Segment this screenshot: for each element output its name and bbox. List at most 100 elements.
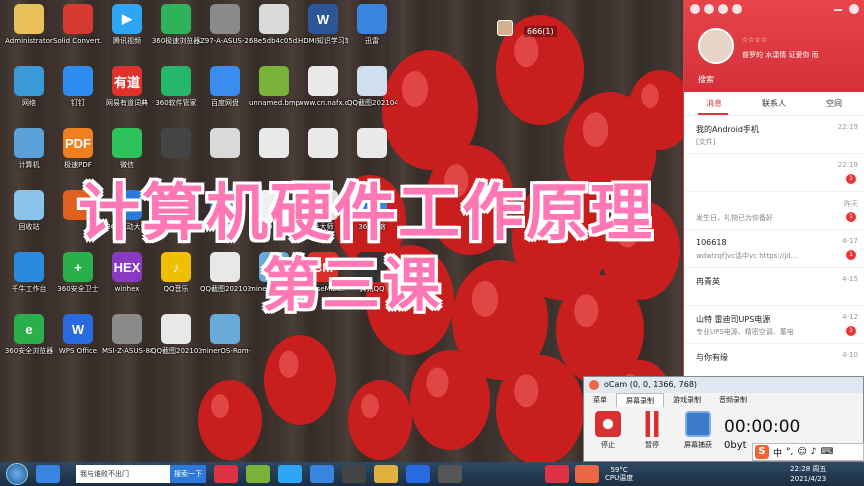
- taskbar-video-icon[interactable]: [278, 465, 302, 483]
- desktop-icon[interactable]: W WPS Office: [53, 314, 103, 372]
- desktop-icon[interactable]: ▶ 腾讯视频: [102, 4, 152, 62]
- app-icon: [210, 314, 240, 344]
- conversation-row[interactable]: 106618 wdwtrqf]vc话中vc https://jd... 4-17 1: [684, 230, 864, 268]
- desktop-icon[interactable]: minerOS-Rom-Flasher-...: [200, 314, 250, 372]
- desktop-icon[interactable]: e 360安全浏览器: [4, 314, 54, 372]
- search-button[interactable]: 搜索一下: [170, 465, 206, 483]
- desktop-icon[interactable]: 360极速浏览器: [151, 4, 201, 62]
- pause-button[interactable]: 暂停: [634, 411, 670, 450]
- taskbar-thunder-icon[interactable]: [310, 465, 334, 483]
- taskbar-qq-icon[interactable]: [545, 465, 569, 483]
- capture-button[interactable]: 屏幕捕获: [680, 411, 716, 450]
- message-icon[interactable]: [718, 4, 728, 14]
- ime-mode[interactable]: 中: [773, 446, 782, 459]
- app-icon: [161, 128, 191, 158]
- desktop-icon[interactable]: Solid Convert...: [53, 4, 103, 62]
- ocam-tab-screen-record[interactable]: 屏幕录制: [616, 393, 664, 407]
- desktop-icon[interactable]: QQ截图20210326...: [151, 314, 201, 372]
- strawberry: [410, 350, 490, 450]
- monitor-icon: [685, 411, 711, 437]
- desktop-icon-label: 计算机: [18, 161, 40, 169]
- ocam-tab-game-record[interactable]: 游戏录制: [664, 393, 710, 407]
- avatar[interactable]: [698, 28, 734, 64]
- desktop-icon[interactable]: HEX winhex: [102, 252, 152, 310]
- desktop-icon[interactable]: Z97-A-ASUS-2205.CAP: [200, 4, 250, 62]
- desktop-icon[interactable]: 68e5db4c05d3ce1418...: [249, 4, 299, 62]
- taskbar-app-icon[interactable]: [342, 465, 366, 483]
- tab-contacts[interactable]: 联系人: [744, 92, 804, 115]
- app-icon: [308, 128, 338, 158]
- tab-messages[interactable]: 消息: [684, 92, 744, 115]
- app-icon: W: [308, 4, 338, 34]
- desktop-icon[interactable]: 网络: [4, 66, 54, 124]
- search-text[interactable]: 我与谁败不出门: [80, 469, 129, 479]
- desktop-icon[interactable]: 有道 网易有道词典: [102, 66, 152, 124]
- desktop-icon[interactable]: 360软件管家: [151, 66, 201, 124]
- camera-icon[interactable]: [497, 20, 513, 36]
- desktop-icon[interactable]: MSI-Z-ASUS-885...: [102, 314, 152, 372]
- desktop-icon[interactable]: www.cn.nafx.com迅捷...: [298, 66, 348, 124]
- qq-search[interactable]: 搜索: [698, 74, 714, 85]
- desktop-icon-label: 360安全浏览器: [4, 347, 54, 355]
- strawberry: [496, 355, 584, 462]
- minimize-icon[interactable]: [834, 9, 842, 11]
- app-icon: [161, 66, 191, 96]
- desktop-icon-label: www.cn.nafx.com迅捷...: [298, 99, 348, 107]
- ime-toolbar[interactable]: S 中 °, ☺ ♪ ⌨: [752, 443, 864, 461]
- conversation-row[interactable]: 我的Android手机 [文件] 22:19: [684, 116, 864, 154]
- skin-icon[interactable]: [704, 4, 714, 14]
- desktop-icon[interactable]: 百度网盘: [200, 66, 250, 124]
- desktop-icon[interactable]: unnamed.bmp: [249, 66, 299, 124]
- strawberry: [198, 380, 262, 460]
- conversation-row[interactable]: 冉青英 4-15: [684, 268, 864, 306]
- desktop-icon[interactable]: +360安全卫士: [53, 252, 103, 310]
- desktop-icon[interactable]: 迅雷: [347, 4, 397, 62]
- mic-icon[interactable]: ♪: [811, 447, 817, 457]
- conversation-row[interactable]: 发生日，礼物已为你备好 昨天 1: [684, 192, 864, 230]
- desktop-icon[interactable]: QQ截图20210422...: [347, 66, 397, 124]
- taskbar-wps-icon[interactable]: [406, 465, 430, 483]
- start-button[interactable]: [6, 463, 28, 485]
- clock[interactable]: 22:28 周五 2021/4/23: [790, 464, 826, 484]
- taskbar-folder-icon[interactable]: [374, 465, 398, 483]
- temp-value: 59°C: [610, 466, 628, 474]
- emoji-icon[interactable]: ☺: [797, 447, 806, 457]
- app-icon: [210, 252, 240, 282]
- desktop-icon[interactable]: 千牛工作台: [4, 252, 54, 310]
- taskbar-ocam-icon[interactable]: [575, 465, 599, 483]
- strawberry-highlight: [641, 84, 659, 108]
- stop-button[interactable]: 停止: [590, 411, 626, 450]
- desktop-icon-label: QQ截图20210422...: [347, 99, 397, 107]
- clock-date: 2021/4/23: [790, 475, 827, 483]
- desktop-icon-label: 360安全卫士: [57, 285, 99, 293]
- taskbar-app-icon[interactable]: [438, 465, 462, 483]
- desktop-icon[interactable]: W HDMI知识学习笔记.docx: [298, 4, 348, 62]
- desktop-icon[interactable]: 计算机: [4, 128, 54, 186]
- desktop-icon[interactable]: Administrator: [4, 4, 54, 62]
- taskbar-app-icon[interactable]: [214, 465, 238, 483]
- desktop-icon[interactable]: 钉钉: [53, 66, 103, 124]
- keyboard-icon[interactable]: ⌨: [821, 447, 834, 457]
- tab-space[interactable]: 空间: [804, 92, 864, 115]
- ocam-tab-audio-record[interactable]: 音频录制: [710, 393, 756, 407]
- ocam-tab-menu[interactable]: 菜单: [584, 393, 616, 407]
- help-icon[interactable]: [732, 4, 742, 14]
- desktop-icon-label: QQ截图20210326...: [200, 285, 250, 293]
- sogou-icon[interactable]: S: [755, 445, 769, 459]
- taskbar-search[interactable]: 我与谁败不出门 搜索一下: [76, 465, 206, 483]
- conversation-row[interactable]: 22:19 1: [684, 154, 864, 192]
- strawberry-highlight: [361, 394, 379, 418]
- app-icon: HEX: [112, 252, 142, 282]
- conversation-row[interactable]: 山特 雷迪司UPS电源 专业UPS电源、精密空调、蓄电 4-12 1: [684, 306, 864, 344]
- ie-icon[interactable]: [36, 465, 60, 483]
- close-icon[interactable]: [849, 4, 859, 14]
- conversation-time: 22:19: [837, 161, 858, 169]
- desktop-icon[interactable]: 回收站: [4, 190, 54, 248]
- app-icon: [308, 66, 338, 96]
- taskbar-app-icon[interactable]: [246, 465, 270, 483]
- desktop-icon[interactable]: ♪ QQ音乐: [151, 252, 201, 310]
- qq-signature[interactable]: 普罗的 水漾情 证爱你 而: [742, 50, 819, 60]
- desktop-icon-label: 网络: [22, 99, 36, 107]
- desktop-icon[interactable]: QQ截图20210326...: [200, 252, 250, 310]
- punctuation-icon[interactable]: °,: [786, 447, 793, 457]
